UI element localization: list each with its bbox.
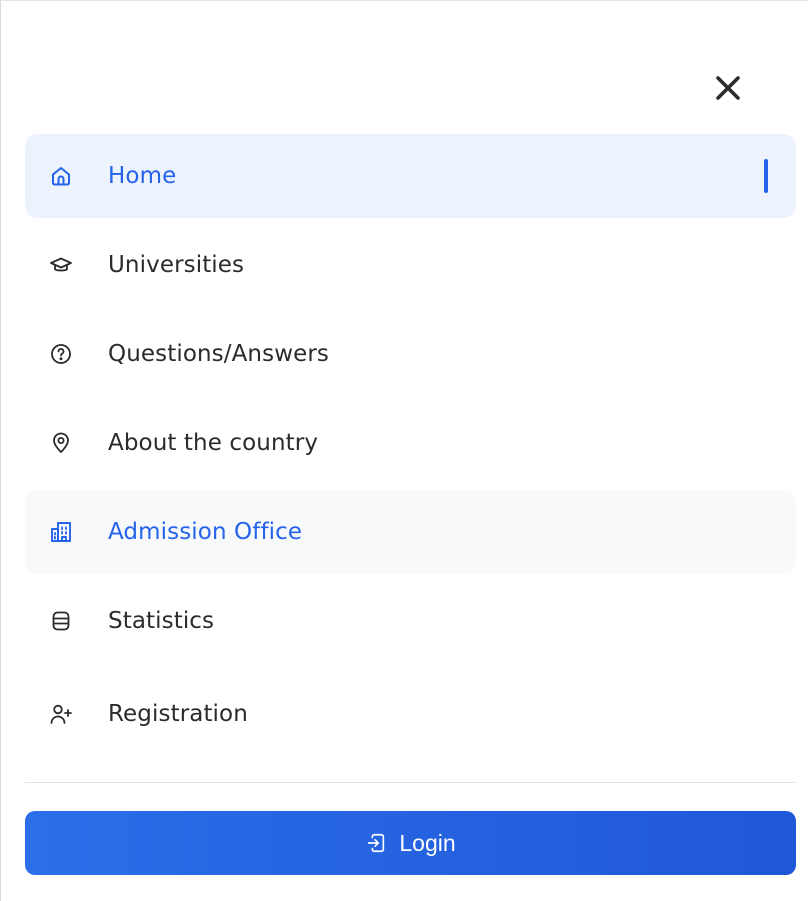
close-icon (716, 76, 740, 100)
nav-item-questions-answers[interactable]: Questions/Answers (25, 312, 796, 396)
map-pin-icon (49, 431, 73, 455)
building-icon (49, 520, 73, 544)
nav-item-about-country[interactable]: About the country (25, 401, 796, 485)
nav-item-admission-office[interactable]: Admission Office (25, 490, 796, 574)
nav-item-label: Universities (108, 252, 245, 278)
login-button[interactable]: Login (25, 811, 796, 875)
mobile-nav-drawer: Home Universities Questions/Answers Abou… (0, 0, 808, 901)
nav-item-label: About the country (108, 430, 319, 456)
user-plus-icon (49, 702, 73, 726)
question-circle-icon (49, 342, 73, 366)
nav-item-registration[interactable]: Registration (25, 672, 796, 756)
home-icon (49, 164, 73, 188)
login-icon (365, 832, 387, 854)
active-indicator (764, 159, 768, 193)
nav-item-label: Statistics (108, 608, 215, 634)
close-button[interactable] (707, 67, 749, 109)
nav-item-label: Questions/Answers (108, 341, 329, 367)
nav-item-home[interactable]: Home (25, 134, 796, 218)
graduation-cap-icon (49, 253, 73, 277)
divider (25, 782, 796, 783)
login-button-label: Login (399, 829, 456, 856)
database-icon (49, 609, 73, 633)
nav-item-statistics[interactable]: Statistics (25, 579, 796, 663)
nav-item-label: Home (108, 163, 177, 189)
nav-item-universities[interactable]: Universities (25, 223, 796, 307)
nav-item-label: Registration (108, 701, 248, 727)
nav-item-label: Admission Office (108, 519, 303, 545)
